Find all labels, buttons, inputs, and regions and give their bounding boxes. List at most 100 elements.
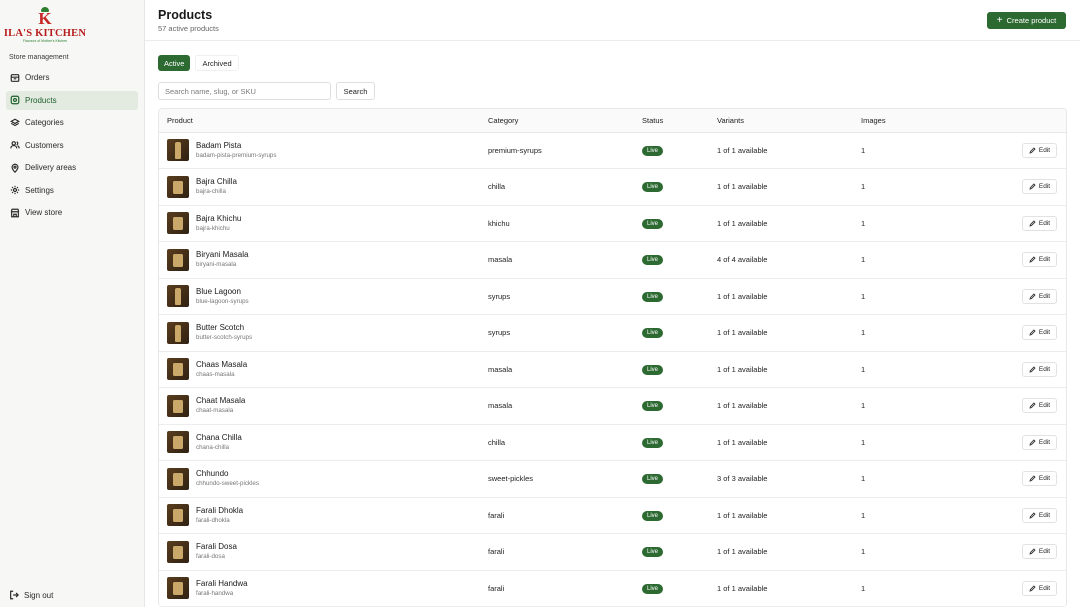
cell-category: masala bbox=[488, 351, 642, 388]
product-thumbnail[interactable] bbox=[167, 394, 189, 417]
product-name[interactable]: Bajra Chilla bbox=[196, 177, 237, 187]
sidebar-item-products[interactable]: Products bbox=[6, 90, 138, 110]
edit-button[interactable]: Edit bbox=[1022, 215, 1057, 231]
edit-button[interactable]: Edit bbox=[1022, 580, 1057, 596]
product-name[interactable]: Farali Dosa bbox=[196, 542, 237, 552]
product-name[interactable]: Farali Dhokla bbox=[196, 506, 243, 516]
edit-button[interactable]: Edit bbox=[1022, 142, 1057, 158]
sidebar-item-view-store[interactable]: View store bbox=[6, 203, 138, 222]
column-header-product[interactable]: Product bbox=[159, 109, 488, 133]
sidebar-item-customers[interactable]: Customers bbox=[6, 136, 138, 155]
search-button[interactable]: Search bbox=[336, 82, 375, 100]
table-row[interactable]: Farali Handwa farali-handwa farali Live 1 of… bbox=[159, 570, 1066, 607]
product-name[interactable]: Chaat Masala bbox=[196, 396, 245, 406]
product-thumbnail[interactable] bbox=[167, 285, 189, 308]
product-slug: blue-lagoon-syrups bbox=[196, 297, 249, 305]
product-thumbnail[interactable] bbox=[167, 504, 189, 527]
product-name[interactable]: Chana Chilla bbox=[196, 433, 242, 443]
table-row[interactable]: Farali Dhokla farali-dhokla farali Live 1 of… bbox=[159, 497, 1066, 534]
sidebar-item-categories[interactable]: Categories bbox=[6, 113, 138, 132]
pencil-icon bbox=[1029, 329, 1036, 336]
product-name[interactable]: Chaas Masala bbox=[196, 360, 247, 370]
table-row[interactable]: Badam Pista badam-pista-premium-syrups pre… bbox=[159, 132, 1066, 169]
product-name[interactable]: Chhundo bbox=[196, 469, 259, 479]
product-name[interactable]: Biryani Masala bbox=[196, 250, 248, 260]
cell-variants: 3 of 3 available bbox=[717, 460, 861, 498]
sidebar: K ILA'S KITCHEN Flavours of Mother's Kit… bbox=[0, 0, 145, 607]
cell-actions: Edit bbox=[961, 460, 1066, 498]
sign-out-button[interactable]: Sign out bbox=[9, 590, 53, 600]
product-name[interactable]: Farali Handwa bbox=[196, 579, 248, 589]
table-row[interactable]: Farali Dosa farali-dosa farali Live 1 of 1 a… bbox=[159, 533, 1066, 571]
sidebar-section-label: Store management bbox=[9, 54, 69, 61]
brand-name: ILA'S KITCHEN bbox=[3, 27, 87, 39]
brand-logo[interactable]: K ILA'S KITCHEN Flavours of Mother's Kit… bbox=[0, 0, 90, 48]
status-badge: Live bbox=[642, 474, 664, 485]
cell-actions: Edit bbox=[961, 387, 1066, 425]
column-header-images[interactable]: Images bbox=[861, 109, 961, 133]
product-thumbnail[interactable] bbox=[167, 358, 189, 381]
product-thumbnail[interactable] bbox=[167, 467, 189, 490]
table-row[interactable]: Chaat Masala chaat-masala masala Live 1 of 1… bbox=[159, 387, 1066, 425]
column-header-category[interactable]: Category bbox=[488, 109, 642, 133]
edit-button[interactable]: Edit bbox=[1022, 507, 1057, 523]
cell-images: 1 bbox=[861, 424, 961, 461]
product-thumbnail[interactable] bbox=[167, 139, 189, 162]
product-thumbnail[interactable] bbox=[167, 321, 189, 344]
create-product-button[interactable]: + Create product bbox=[987, 12, 1066, 29]
table-row[interactable]: Chaas Masala chaas-masala masala Live 1 of 1… bbox=[159, 351, 1066, 388]
edit-label: Edit bbox=[1038, 329, 1051, 337]
pencil-icon bbox=[1029, 256, 1036, 263]
sidebar-item-orders[interactable]: Orders bbox=[6, 68, 138, 87]
cell-status: Live bbox=[642, 387, 717, 425]
product-thumbnail[interactable] bbox=[167, 248, 189, 271]
users-icon bbox=[9, 140, 20, 151]
product-name[interactable]: Badam Pista bbox=[196, 141, 276, 151]
product-thumbnail[interactable] bbox=[167, 431, 189, 454]
edit-button[interactable]: Edit bbox=[1022, 179, 1057, 195]
edit-button[interactable]: Edit bbox=[1022, 398, 1057, 414]
status-badge: Live bbox=[642, 364, 664, 375]
product-thumbnail[interactable] bbox=[167, 577, 189, 600]
edit-button[interactable]: Edit bbox=[1022, 434, 1057, 450]
table-row[interactable]: Bajra Khichu bajra-khichu khichu Live 1 of 1… bbox=[159, 205, 1066, 242]
edit-button[interactable]: Edit bbox=[1022, 325, 1057, 341]
cell-images: 1 bbox=[861, 132, 961, 169]
cell-product: Blue Lagoon blue-lagoon-syrups bbox=[159, 278, 488, 315]
tab-active[interactable]: Active bbox=[158, 55, 191, 71]
product-name[interactable]: Blue Lagoon bbox=[196, 287, 249, 297]
table-row[interactable]: Biryani Masala biryani-masala masala Live 4 … bbox=[159, 241, 1066, 279]
edit-label: Edit bbox=[1038, 146, 1051, 154]
edit-button[interactable]: Edit bbox=[1022, 544, 1057, 560]
table-row[interactable]: Butter Scotch butter-scotch-syrups syrups L… bbox=[159, 314, 1066, 352]
product-name[interactable]: Bajra Khichu bbox=[196, 214, 241, 224]
sidebar-item-settings[interactable]: Settings bbox=[6, 181, 138, 200]
edit-button[interactable]: Edit bbox=[1022, 361, 1057, 377]
product-slug: bajra-khichu bbox=[196, 224, 230, 232]
cell-status: Live bbox=[642, 424, 717, 461]
table-row[interactable]: Chhundo chhundo-sweet-pickles sweet-pickle… bbox=[159, 460, 1066, 498]
search-input[interactable] bbox=[158, 82, 331, 100]
sidebar-item-label: Products bbox=[25, 95, 57, 105]
sidebar-nav: Orders Products Categories Customers Del… bbox=[0, 68, 144, 222]
page-subtitle: 57 active products bbox=[158, 24, 219, 33]
column-header-variants[interactable]: Variants bbox=[717, 109, 861, 133]
tag-icon bbox=[9, 95, 20, 106]
product-name[interactable]: Butter Scotch bbox=[196, 323, 252, 333]
sidebar-item-delivery-areas[interactable]: Delivery areas bbox=[6, 158, 138, 177]
tab-archived[interactable]: Archived bbox=[195, 55, 239, 71]
product-thumbnail[interactable] bbox=[167, 212, 189, 235]
cell-category: khichu bbox=[488, 205, 642, 242]
table-row[interactable]: Chana Chilla chana-chilla chilla Live 1 of 1… bbox=[159, 424, 1066, 461]
edit-label: Edit bbox=[1038, 548, 1051, 556]
table-row[interactable]: Blue Lagoon blue-lagoon-syrups syrups Live 1… bbox=[159, 278, 1066, 315]
product-thumbnail[interactable] bbox=[167, 175, 189, 198]
edit-button[interactable]: Edit bbox=[1022, 252, 1057, 268]
table-row[interactable]: Bajra Chilla bajra-chilla chilla Live 1 of 1… bbox=[159, 168, 1066, 206]
product-thumbnail[interactable] bbox=[167, 540, 189, 563]
edit-button[interactable]: Edit bbox=[1022, 288, 1057, 304]
status-badge: Live bbox=[642, 328, 664, 339]
column-header-status[interactable]: Status bbox=[642, 109, 717, 133]
cell-actions: Edit bbox=[961, 241, 1066, 279]
edit-button[interactable]: Edit bbox=[1022, 471, 1057, 487]
